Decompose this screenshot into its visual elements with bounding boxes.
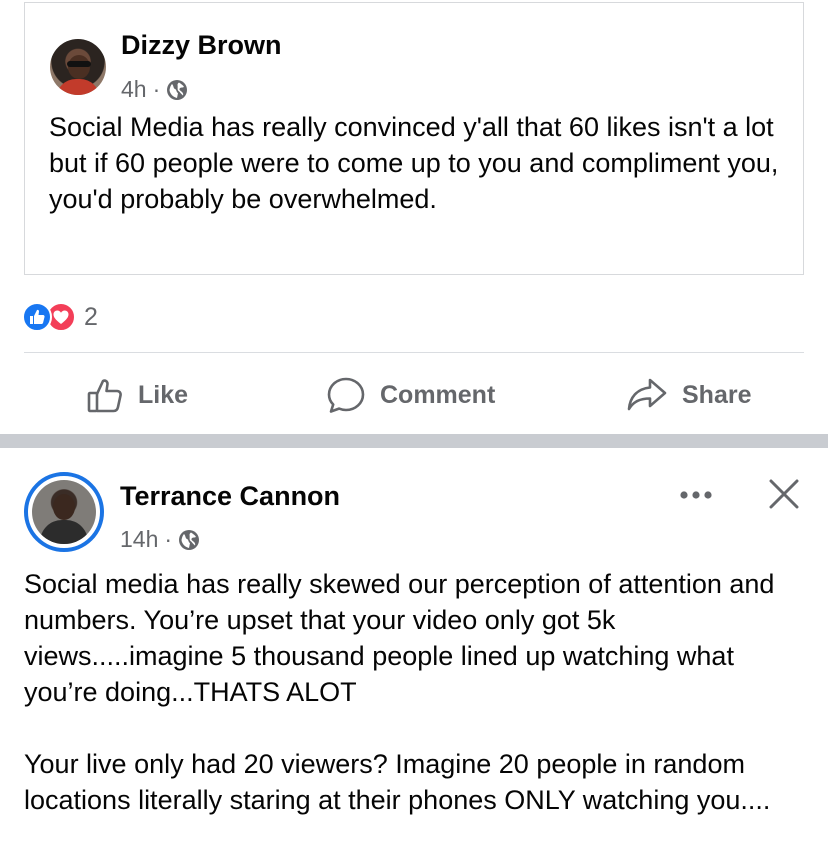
comment-button[interactable]: Comment xyxy=(326,370,495,420)
avatar-body xyxy=(40,520,88,544)
more-options-button[interactable] xyxy=(676,477,716,513)
reaction-count: 2 xyxy=(84,302,98,331)
meta-separator: · xyxy=(164,526,173,552)
post-text: Social media has really skewed our perce… xyxy=(24,566,814,818)
comment-label: Comment xyxy=(380,380,496,409)
globe-icon[interactable] xyxy=(178,529,200,551)
shared-post-text: Social Media has really convinced y'all … xyxy=(49,112,779,214)
like-button[interactable]: Like xyxy=(86,370,188,420)
avatar[interactable] xyxy=(50,39,106,95)
action-bar: Like Comment Share xyxy=(0,370,828,420)
like-label: Like xyxy=(138,380,189,409)
avatar-sunglasses xyxy=(67,61,91,67)
post-meta: 4h · xyxy=(121,76,188,103)
facebook-feed: Dizzy Brown 4h · Social Media has really… xyxy=(0,0,828,865)
thumbs-up-icon xyxy=(87,379,122,413)
avatar-face xyxy=(53,494,75,520)
like-reaction-icon xyxy=(22,302,52,332)
close-button[interactable] xyxy=(764,474,804,514)
avatar[interactable] xyxy=(24,472,104,552)
post-meta: 14h · xyxy=(120,526,200,553)
author-name[interactable]: Dizzy Brown xyxy=(121,30,282,61)
avatar-shirt xyxy=(56,79,100,95)
post-paragraph: Social media has really skewed our perce… xyxy=(24,569,775,707)
meta-separator: · xyxy=(152,76,161,102)
globe-icon[interactable] xyxy=(166,79,188,101)
avatar-face xyxy=(68,55,90,79)
divider xyxy=(24,352,804,353)
share-label: Share xyxy=(682,380,752,409)
post-timestamp[interactable]: 4h xyxy=(121,76,147,103)
comment-bubble-icon xyxy=(327,377,365,413)
shared-post-card[interactable]: Dizzy Brown 4h · Social Media has really… xyxy=(24,2,804,275)
post-timestamp[interactable]: 14h xyxy=(120,526,158,553)
share-button[interactable]: Share xyxy=(626,370,751,420)
post-paragraph: Your live only had 20 viewers? Imagine 2… xyxy=(24,749,771,815)
close-icon xyxy=(769,479,799,509)
avatar-photo xyxy=(32,480,96,544)
feed-separator xyxy=(0,434,828,448)
share-arrow-icon xyxy=(627,378,667,411)
reactions-summary[interactable]: 2 xyxy=(22,300,98,334)
author-name[interactable]: Terrance Cannon xyxy=(120,481,340,512)
more-options-icon xyxy=(680,491,712,499)
